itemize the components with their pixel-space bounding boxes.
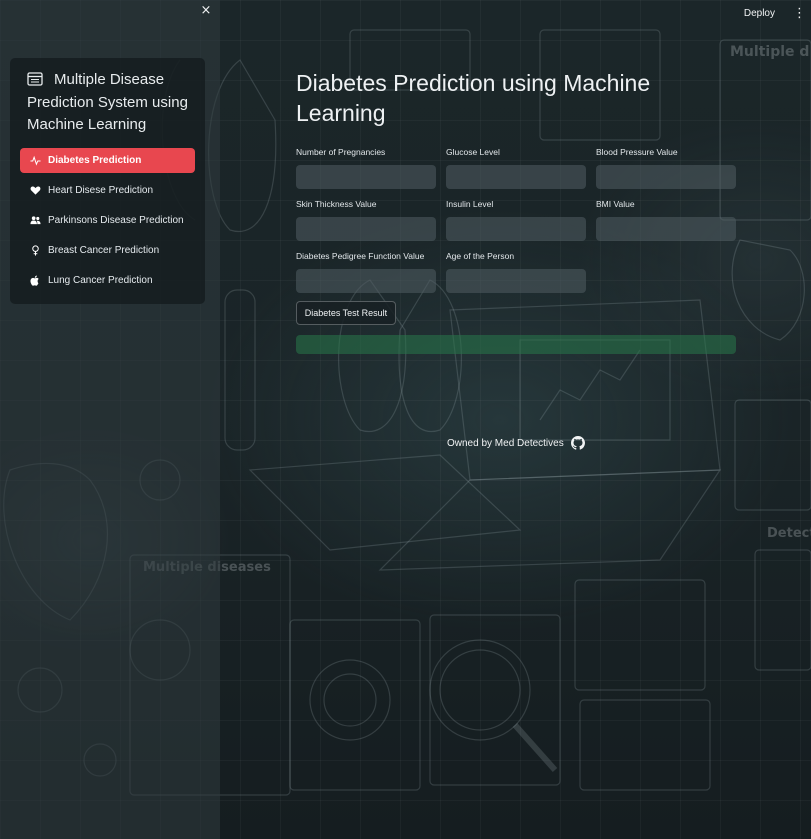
- pedigree-function-input[interactable]: [296, 268, 436, 293]
- pedigree-function-field: Diabetes Pedigree Function Value: [296, 250, 436, 293]
- background-label-right-mid: Detect: [767, 526, 811, 541]
- background-label-top-right: Multiple d: [730, 44, 810, 60]
- blood-pressure-input[interactable]: [596, 164, 736, 189]
- bmi-input[interactable]: [596, 216, 736, 241]
- field-label: Insulin Level: [446, 199, 494, 209]
- menu-list: Diabetes Prediction Heart Disese Predict…: [20, 148, 195, 298]
- people-icon: [30, 215, 41, 226]
- field-label: BMI Value: [596, 199, 635, 209]
- page-title: Diabetes Prediction using Machine Learni…: [296, 70, 651, 126]
- menu-item-parkinsons-disease-prediction[interactable]: Parkinsons Disease Prediction: [20, 208, 195, 233]
- age-field: Age of the Person: [446, 250, 586, 293]
- menu-item-label: Breast Cancer Prediction: [48, 245, 160, 256]
- menu-item-heart-disease-prediction[interactable]: Heart Disese Prediction: [20, 178, 195, 203]
- document-icon: [27, 72, 43, 86]
- glucose-input[interactable]: [446, 164, 586, 189]
- heart-icon: [30, 185, 41, 196]
- blood-pressure-field: Blood Pressure Value: [596, 146, 736, 189]
- person-icon: [30, 245, 41, 256]
- pregnancies-field: Number of Pregnancies: [296, 146, 436, 189]
- diabetes-test-result-button[interactable]: Diabetes Test Result: [296, 301, 396, 325]
- insulin-field: Insulin Level: [446, 198, 586, 241]
- age-input[interactable]: [446, 268, 586, 293]
- field-label: Blood Pressure Value: [596, 147, 678, 157]
- footer: Owned by Med Detectives: [447, 436, 585, 450]
- footer-text: Owned by Med Detectives: [447, 437, 564, 449]
- activity-icon: [30, 155, 41, 166]
- insulin-input[interactable]: [446, 216, 586, 241]
- menu-item-label: Heart Disese Prediction: [48, 185, 154, 196]
- menu-item-label: Parkinsons Disease Prediction: [48, 215, 184, 226]
- skin-thickness-input[interactable]: [296, 216, 436, 241]
- field-label: Age of the Person: [446, 251, 515, 261]
- apple-icon: [30, 275, 41, 286]
- field-label: Skin Thickness Value: [296, 199, 377, 209]
- menu-item-lung-cancer-prediction[interactable]: Lung Cancer Prediction: [20, 268, 195, 293]
- menu-item-diabetes-prediction[interactable]: Diabetes Prediction: [20, 148, 195, 173]
- menu-header: Multiple Disease Prediction System using…: [27, 69, 197, 137]
- sidebar: × Multiple Disease Prediction System usi…: [0, 0, 220, 839]
- main-menu-icon[interactable]: ⋮: [793, 6, 806, 21]
- skin-thickness-field: Skin Thickness Value: [296, 198, 436, 241]
- field-label: Glucose Level: [446, 147, 500, 157]
- pregnancies-input[interactable]: [296, 164, 436, 189]
- field-label: Diabetes Pedigree Function Value: [296, 251, 425, 261]
- field-label: Number of Pregnancies: [296, 147, 386, 157]
- bmi-field: BMI Value: [596, 198, 736, 241]
- menu-item-label: Lung Cancer Prediction: [48, 275, 153, 286]
- deploy-button[interactable]: Deploy: [744, 8, 775, 19]
- menu-item-breast-cancer-prediction[interactable]: Breast Cancer Prediction: [20, 238, 195, 263]
- result-success-alert: [296, 335, 736, 354]
- close-sidebar-icon[interactable]: ×: [199, 4, 213, 18]
- option-menu: Multiple Disease Prediction System using…: [10, 58, 205, 304]
- menu-title: Multiple Disease Prediction System using…: [27, 71, 188, 133]
- github-icon[interactable]: [570, 436, 585, 450]
- glucose-field: Glucose Level: [446, 146, 586, 189]
- menu-item-label: Diabetes Prediction: [48, 155, 142, 166]
